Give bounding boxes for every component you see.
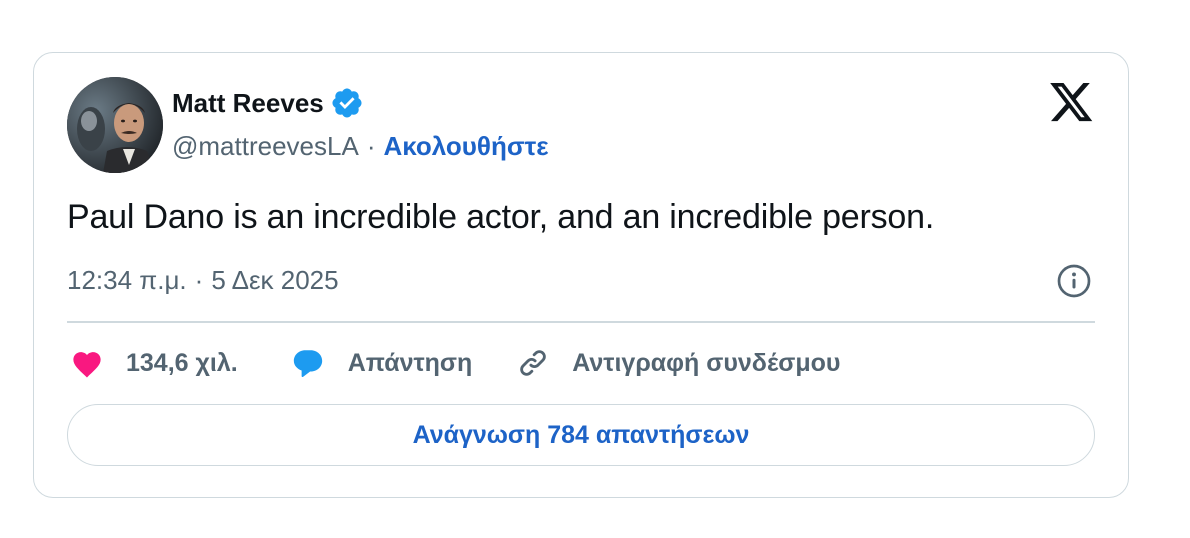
divider bbox=[67, 321, 1095, 323]
avatar-image bbox=[67, 77, 163, 173]
tweet-embed-card: Matt Reeves @mattreevesLA · Ακολουθήστε … bbox=[33, 52, 1129, 498]
author-handle[interactable]: @mattreevesLA bbox=[172, 131, 359, 162]
follow-link[interactable]: Ακολουθήστε bbox=[383, 131, 548, 162]
reply-button[interactable]: Απάντηση bbox=[290, 346, 473, 380]
copy-link-button[interactable]: Αντιγραφή συνδέσμου bbox=[516, 346, 840, 380]
avatar[interactable] bbox=[67, 77, 163, 173]
x-logo-icon[interactable] bbox=[1050, 83, 1094, 123]
like-count: 134,6 χιλ. bbox=[126, 348, 238, 377]
read-replies-button[interactable]: Ανάγνωση 784 απαντήσεων bbox=[67, 404, 1095, 466]
info-icon[interactable] bbox=[1056, 263, 1092, 299]
speech-bubble-icon bbox=[293, 350, 322, 378]
like-button[interactable]: 134,6 χιλ. bbox=[70, 348, 238, 378]
tweet-date: 5 Δεκ 2025 bbox=[211, 265, 339, 295]
author-name-row: Matt Reeves bbox=[172, 86, 364, 120]
tweet-time: 12:34 π.μ. bbox=[67, 265, 187, 295]
author-name[interactable]: Matt Reeves bbox=[172, 88, 324, 119]
heart-icon bbox=[73, 352, 101, 378]
verified-badge-icon bbox=[330, 86, 364, 120]
copy-link-label: Αντιγραφή συνδέσμου bbox=[572, 348, 841, 377]
tweet-text: Paul Dano is an incredible actor, and an… bbox=[67, 198, 935, 236]
tweet-timestamp[interactable]: 12:34 π.μ. · 5 Δεκ 2025 bbox=[67, 265, 339, 296]
author-handle-row: @mattreevesLA · Ακολουθήστε bbox=[172, 131, 549, 162]
link-icon bbox=[520, 350, 547, 376]
action-bar: 134,6 χιλ. Απάντηση Αντιγραφή συνδέσμου bbox=[70, 341, 840, 385]
reply-label: Απάντηση bbox=[347, 348, 473, 377]
timestamp-separator: · bbox=[194, 265, 204, 295]
handle-separator: · bbox=[366, 131, 376, 161]
